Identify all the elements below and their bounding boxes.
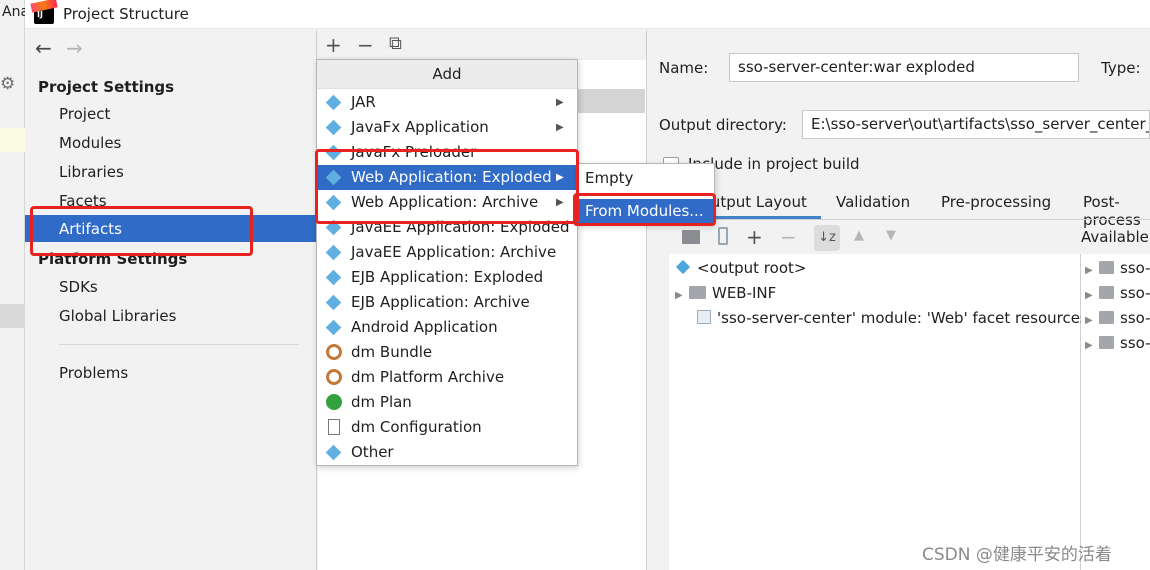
artifact-icon [325, 94, 342, 111]
nav-item-project[interactable]: Project [59, 101, 110, 127]
output-directory-field[interactable]: E:\sso-server\out\artifacts\sso_server_c… [802, 110, 1150, 139]
submenu-arrow-icon: ▶ [556, 122, 564, 133]
ejb-icon [325, 294, 342, 311]
artifact-icon [675, 259, 691, 275]
add-menu-item[interactable]: dm Configuration [317, 415, 577, 440]
add-menu-item[interactable]: dm Plan [317, 390, 577, 415]
nav-separator [59, 344, 299, 345]
artifact-icon [325, 444, 342, 461]
available-elements-tree[interactable]: ▶sso-cli ▶sso-cli ▶sso-se ▶sso-se [1081, 254, 1150, 570]
background-selected-row [0, 304, 25, 328]
available-item[interactable]: ▶sso-se [1085, 331, 1150, 356]
tabs-divider [647, 219, 1150, 220]
nav-item-global-libraries[interactable]: Global Libraries [59, 303, 176, 329]
add-menu-item-label: dm Platform Archive [351, 368, 505, 386]
copy-icon[interactable]: ⧉ [389, 33, 402, 54]
add-menu-item-label: dm Bundle [351, 343, 433, 361]
available-item[interactable]: ▶sso-cli [1085, 281, 1150, 306]
output-directory-label: Output directory: [659, 116, 787, 134]
window-title: Project Structure [63, 5, 189, 23]
watermark: CSDN @健康平安的活着 [922, 545, 1112, 565]
add-menu-item-label: Android Application [351, 318, 498, 336]
add-menu-item[interactable]: dm Platform Archive [317, 365, 577, 390]
intellij-logo-icon: IJ [30, 0, 58, 24]
add-copy-icon[interactable]: + [746, 225, 763, 249]
add-menu-item-label: EJB Application: Archive [351, 293, 530, 311]
add-menu-item[interactable]: dm Bundle [317, 340, 577, 365]
javaee-icon [325, 244, 342, 261]
add-menu-item-label: Other [351, 443, 394, 461]
add-icon[interactable]: + [325, 33, 342, 57]
output-layout-tree[interactable]: <output root> ▶ WEB-INF 'sso-server-cente… [669, 254, 1088, 570]
name-label: Name: [659, 59, 709, 77]
artifact-details-panel: Name: sso-server-center:war exploded Typ… [647, 30, 1150, 570]
submenu-arrow-icon: ▶ [556, 97, 564, 108]
move-up-icon[interactable]: ▲ [854, 228, 864, 243]
sort-icon[interactable]: ↓z [814, 225, 840, 251]
add-menu-item-label: JavaEE Application: Archive [351, 243, 557, 261]
move-down-icon[interactable]: ▼ [886, 228, 896, 243]
tab-validation[interactable]: Validation [836, 193, 910, 211]
gear-icon[interactable]: ⚙ [0, 74, 15, 94]
project-settings-header: Project Settings [38, 78, 175, 96]
add-menu-item-label: JAR [351, 93, 376, 111]
tree-row-web-facet-resources[interactable]: 'sso-server-center' module: 'Web' facet … [697, 306, 1088, 331]
remove-icon[interactable]: − [357, 33, 374, 57]
add-menu-item-label: EJB Application: Exploded [351, 268, 544, 286]
annotation-highlight-from-modules [573, 193, 716, 226]
remove-element-icon[interactable]: − [780, 225, 797, 249]
add-menu-item-label: dm Plan [351, 393, 412, 411]
available-item[interactable]: ▶sso-cli [1085, 256, 1150, 281]
back-arrow-icon[interactable]: ← [35, 36, 52, 60]
tab-pre-processing[interactable]: Pre-processing [941, 193, 1051, 211]
archive-icon[interactable] [718, 227, 728, 245]
annotation-highlight-artifacts [30, 206, 253, 256]
project-structure-window: IJ Project Structure ← → Project Setting… [25, 0, 1150, 570]
tree-row-output-root[interactable]: <output root> [675, 256, 806, 281]
add-menu-item[interactable]: EJB Application: Exploded [317, 265, 577, 290]
annotation-highlight-web-application [315, 149, 579, 224]
nav-item-modules[interactable]: Modules [59, 130, 121, 156]
background-ide-strip: Ana ⚙ [0, 0, 29, 570]
add-menu-item-label: JavaFx Application [351, 118, 489, 136]
name-field[interactable]: sso-server-center:war exploded [729, 53, 1079, 82]
add-menu-item[interactable]: JAR ▶ [317, 90, 577, 115]
add-menu-item[interactable]: EJB Application: Archive [317, 290, 577, 315]
type-label: Type: [1101, 59, 1141, 77]
available-elements-label: Available Ele [1081, 228, 1150, 246]
tab-post-processing[interactable]: Post-process [1083, 193, 1150, 229]
settings-nav: ← → Project Settings Project Modules Lib… [25, 30, 317, 570]
background-highlight-row [0, 128, 25, 152]
new-directory-icon[interactable] [682, 230, 700, 244]
nav-item-libraries[interactable]: Libraries [59, 159, 124, 185]
dm-icon [326, 369, 342, 385]
forward-arrow-icon[interactable]: → [66, 36, 83, 60]
add-menu-item[interactable]: JavaEE Application: Archive [317, 240, 577, 265]
web-resources-icon [697, 310, 711, 324]
artifact-icon [325, 119, 342, 136]
nav-item-sdks[interactable]: SDKs [59, 274, 98, 300]
available-item[interactable]: ▶sso-se [1085, 306, 1150, 331]
artifact-icon [325, 319, 342, 336]
dm-icon [326, 344, 342, 360]
config-icon [328, 419, 340, 435]
tree-row-web-inf[interactable]: ▶ WEB-INF [675, 281, 776, 306]
add-artifact-menu: Add JAR ▶ JavaFx Application ▶ JavaFx Preloa… [316, 59, 578, 466]
add-menu-item-label: dm Configuration [351, 418, 482, 436]
folder-icon [689, 286, 706, 299]
expand-arrow-icon[interactable]: ▶ [675, 283, 689, 308]
nav-item-problems[interactable]: Problems [59, 360, 128, 386]
add-menu-item[interactable]: Android Application [317, 315, 577, 340]
title-bar: IJ Project Structure [25, 0, 1150, 29]
add-menu-item[interactable]: JavaFx Application ▶ [317, 115, 577, 140]
add-menu-item[interactable]: Other [317, 440, 577, 465]
add-menu-header: Add [317, 60, 577, 89]
plan-icon [326, 394, 342, 410]
submenu-item-empty[interactable]: Empty [577, 166, 714, 191]
artifact-list-selected-row[interactable] [575, 89, 645, 113]
ejb-icon [325, 269, 342, 286]
